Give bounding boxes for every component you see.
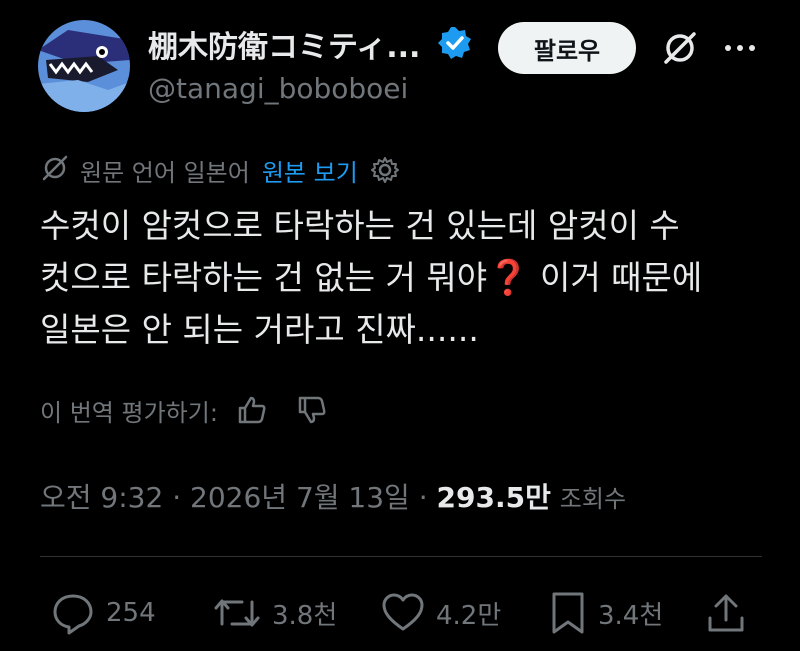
gear-icon[interactable] (370, 155, 400, 185)
thumbs-up-icon[interactable] (236, 394, 268, 426)
reply-count: 254 (106, 598, 156, 628)
bookmark-icon (548, 590, 588, 636)
reply-icon (50, 590, 96, 636)
translation-label: 원문 언어 일본어 (80, 158, 250, 187)
post-time[interactable]: 오전 9:32 (40, 481, 163, 514)
repost-icon (212, 590, 262, 636)
reply-button[interactable]: 254 (50, 588, 156, 638)
grok-icon[interactable] (660, 28, 700, 68)
share-button[interactable] (704, 588, 748, 638)
view-label: 조회수 (559, 485, 627, 513)
post-date[interactable]: 2026년 7월 13일 (190, 481, 410, 514)
author-display-name[interactable]: 棚木防衛コミティ... (148, 22, 420, 66)
verified-badge-icon (438, 26, 472, 60)
rate-label: 이 번역 평가하기: (40, 398, 218, 427)
avatar[interactable] (38, 20, 130, 112)
translation-row: 원문 언어 일본어 원본 보기 (40, 152, 400, 188)
post-body: 수컷이 암컷으로 타락하는 건 있는데 암컷이 수 컷으로 타락하는 건 없는 … (40, 200, 770, 356)
post-line-1: 수컷이 암컷으로 타락하는 건 있는데 암컷이 수 (40, 206, 680, 245)
like-icon (380, 590, 426, 636)
view-count: 293.5만 (436, 481, 551, 514)
divider (40, 556, 762, 557)
bookmark-count: 3.4천 (598, 600, 664, 631)
show-original-link[interactable]: 원본 보기 (262, 153, 358, 188)
thumbs-down-icon[interactable] (296, 394, 328, 426)
repost-button[interactable]: 3.8천 (212, 588, 337, 638)
translate-icon (40, 153, 70, 187)
post-meta: 오전 9:32 · 2026년 7월 13일 · 293.5만 조회수 (40, 481, 627, 514)
share-icon (704, 590, 748, 636)
action-bar: 254 3.8천 4.2만 3.4천 (40, 588, 762, 638)
author-handle[interactable]: @tanagi_boboboei (148, 72, 408, 105)
like-count: 4.2만 (436, 600, 502, 631)
post-line-2: 컷으로 타락하는 건 없는 거 뭐야❓ 이거 때문에 (40, 258, 703, 298)
rate-translation-row: 이 번역 평가하기: (40, 390, 328, 430)
more-icon[interactable] (718, 28, 762, 68)
follow-button[interactable]: 팔로우 (498, 22, 636, 74)
question-emoji: ❓ (487, 258, 530, 298)
repost-count: 3.8천 (272, 600, 338, 631)
bookmark-button[interactable]: 3.4천 (548, 588, 663, 638)
post-line-3: 일본은 안 되는 거라고 진짜...... (40, 310, 479, 349)
like-button[interactable]: 4.2만 (380, 588, 501, 638)
